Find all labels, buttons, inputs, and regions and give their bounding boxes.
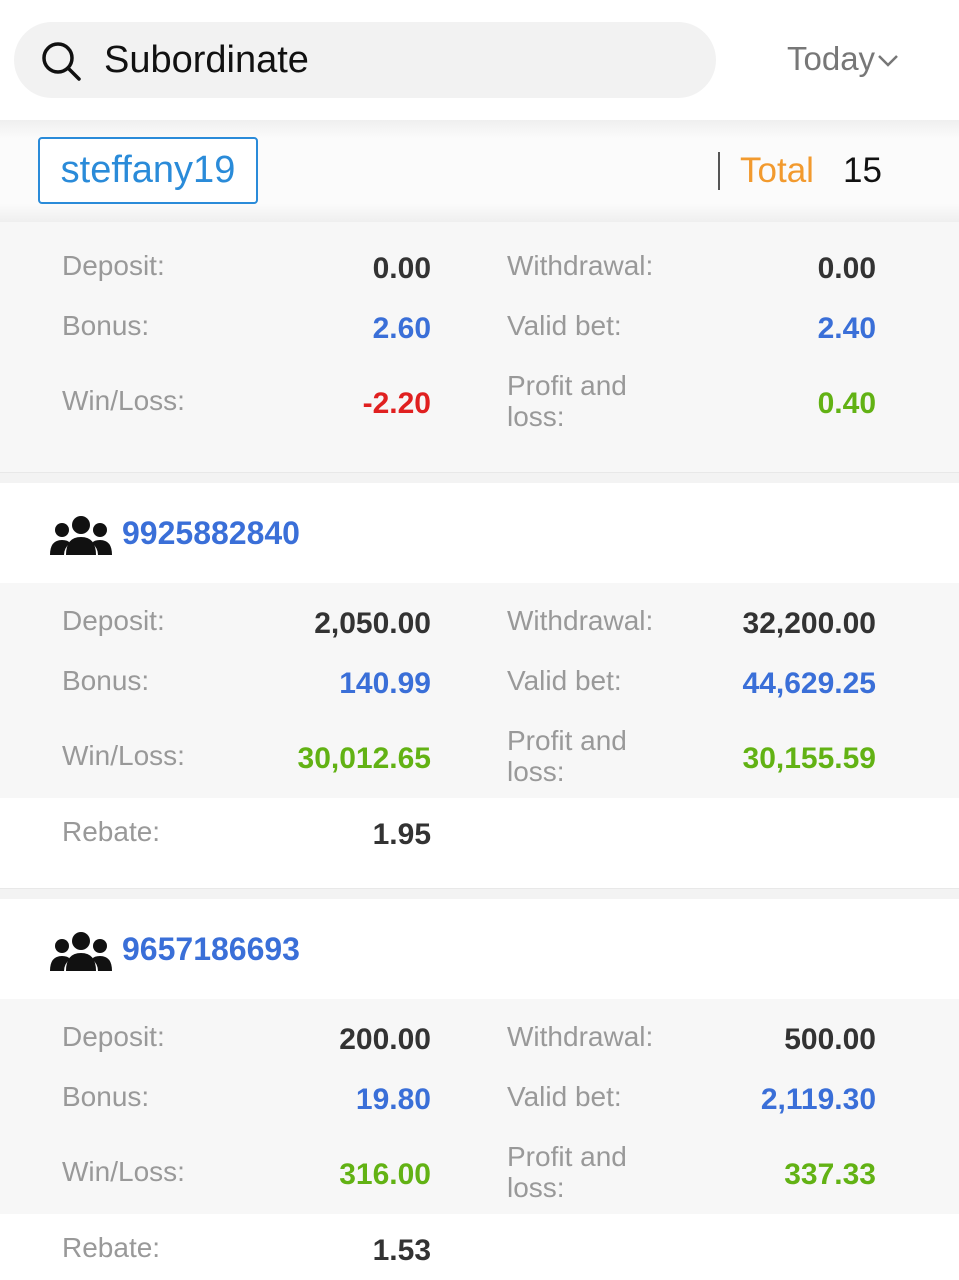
search-icon [42,42,81,81]
bonus-value: 2.60 [372,312,431,345]
withdrawal-value: 0.00 [817,252,876,285]
search-bar[interactable]: Subordinate [14,22,716,98]
pnl-label-line2: loss: [507,401,565,432]
member-id[interactable]: 9925882840 [122,515,300,552]
withdrawal-label: Withdrawal: [507,605,654,636]
winloss-label: Win/Loss: [62,1156,185,1187]
username-tag[interactable]: steffany19 [38,137,258,204]
group-icon [50,516,112,555]
top-bar: Subordinate Today [0,0,959,120]
rebate-label: Rebate: [62,1232,161,1263]
winloss-value: -2.20 [362,387,431,420]
winloss-label: Win/Loss: [62,740,185,771]
valid-bet-label: Valid bet: [507,310,622,341]
rebate-value: 1.95 [372,818,431,851]
section-separator [0,888,959,899]
pnl-value: 30,155.59 [742,742,876,775]
user-summary-bar: steffany19 Total 15 [0,120,959,222]
bonus-label: Bonus: [62,310,150,341]
pnl-value: 0.40 [817,387,876,420]
winloss-label: Win/Loss: [62,385,185,416]
divider [718,152,720,190]
valid-bet-value: 2.40 [817,312,876,345]
section-separator [0,472,959,483]
total-label: Total [740,151,814,190]
subordinate-card[interactable]: 9657186693 Deposit: 200.00 Withdrawal: 5… [0,899,959,1280]
winloss-value: 30,012.65 [297,742,431,775]
deposit-value: 2,050.00 [314,607,431,640]
summary-stats: Deposit: 0.00 Withdrawal: 0.00 Bonus: 2.… [0,222,959,472]
valid-bet-value: 2,119.30 [760,1083,876,1116]
deposit-value: 0.00 [372,252,431,285]
total-count: 15 [843,151,882,190]
date-filter-label: Today [787,40,876,77]
deposit-label: Deposit: [62,250,165,281]
pnl-label-line1: Profit and [507,1141,627,1172]
pnl-value: 337.33 [784,1158,876,1191]
subordinate-card[interactable]: 9925882840 Deposit: 2,050.00 Withdrawal:… [0,483,959,888]
bonus-label: Bonus: [62,1081,150,1112]
date-filter-dropdown[interactable]: Today [787,40,899,78]
bonus-label: Bonus: [62,665,150,696]
valid-bet-value: 44,629.25 [742,667,876,700]
withdrawal-label: Withdrawal: [507,1021,654,1052]
valid-bet-label: Valid bet: [507,665,622,696]
winloss-value: 316.00 [339,1158,431,1191]
deposit-label: Deposit: [62,605,165,636]
pnl-label: Profit and loss: [507,725,627,787]
valid-bet-label: Valid bet: [507,1081,622,1112]
pnl-label-line2: loss: [507,1172,565,1203]
withdrawal-value: 500.00 [784,1023,876,1056]
chevron-down-icon [878,55,898,68]
deposit-label: Deposit: [62,1021,165,1052]
pnl-label: Profit and loss: [507,370,627,432]
withdrawal-label: Withdrawal: [507,250,654,281]
bonus-value: 19.80 [355,1083,431,1116]
rebate-value: 1.53 [372,1234,431,1267]
member-stats: Deposit: 2,050.00 Withdrawal: 32,200.00 … [0,583,959,798]
member-stats: Deposit: 200.00 Withdrawal: 500.00 Bonus… [0,999,959,1214]
member-id[interactable]: 9657186693 [122,931,300,968]
pnl-label-line1: Profit and [507,370,627,401]
pnl-label: Profit and loss: [507,1141,627,1203]
group-icon [50,932,112,971]
withdrawal-value: 32,200.00 [742,607,876,640]
pnl-label-line1: Profit and [507,725,627,756]
deposit-value: 200.00 [339,1023,431,1056]
search-text[interactable]: Subordinate [104,39,309,82]
rebate-label: Rebate: [62,816,161,847]
pnl-label-line2: loss: [507,756,565,787]
bonus-value: 140.99 [339,667,431,700]
